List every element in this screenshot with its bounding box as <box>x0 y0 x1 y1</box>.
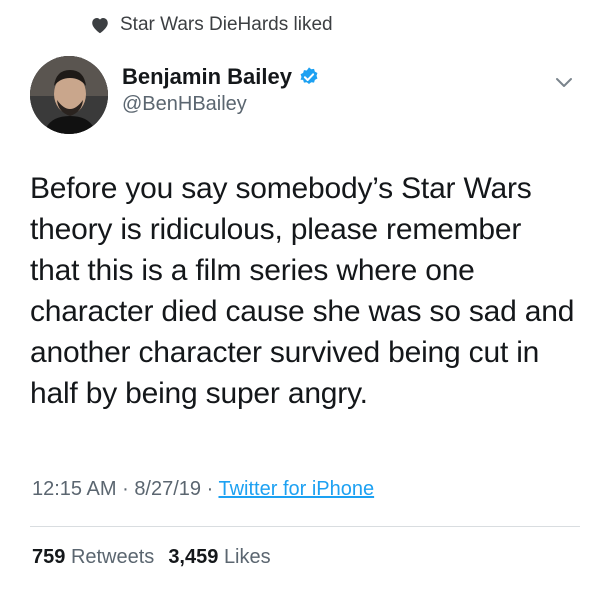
tweet-time[interactable]: 12:15 AM <box>32 478 117 500</box>
likes-label: Likes <box>223 546 271 568</box>
tweet-stats: 759 Retweets 3,459 Likes <box>32 546 271 569</box>
social-context-text: Star Wars DieHards liked <box>120 14 333 35</box>
display-name[interactable]: Benjamin Bailey <box>122 64 292 90</box>
retweets-stat[interactable]: 759 Retweets <box>32 546 154 568</box>
tweet-source-link[interactable]: Twitter for iPhone <box>218 478 374 500</box>
tweet-text: Before you say somebody’s Star Wars theo… <box>30 172 575 410</box>
retweets-label: Retweets <box>70 546 155 568</box>
avatar[interactable] <box>30 56 108 134</box>
social-context[interactable]: Star Wars DieHards liked <box>90 14 333 36</box>
verified-icon <box>298 66 320 88</box>
meta-separator: · <box>206 478 214 500</box>
tweet-date[interactable]: 8/27/19 <box>134 478 201 500</box>
meta-separator: · <box>122 478 129 500</box>
author-block[interactable]: Benjamin Bailey @BenHBailey <box>122 64 320 116</box>
heart-icon <box>90 16 110 34</box>
chevron-down-icon[interactable] <box>553 74 575 92</box>
likes-stat[interactable]: 3,459 Likes <box>168 546 270 568</box>
likes-count: 3,459 <box>168 546 219 568</box>
divider <box>30 526 580 527</box>
retweets-count: 759 <box>32 546 66 568</box>
user-handle[interactable]: @BenHBailey <box>122 93 320 116</box>
tweet-meta: 12:15 AM · 8/27/19 · Twitter for iPhone <box>32 478 374 501</box>
